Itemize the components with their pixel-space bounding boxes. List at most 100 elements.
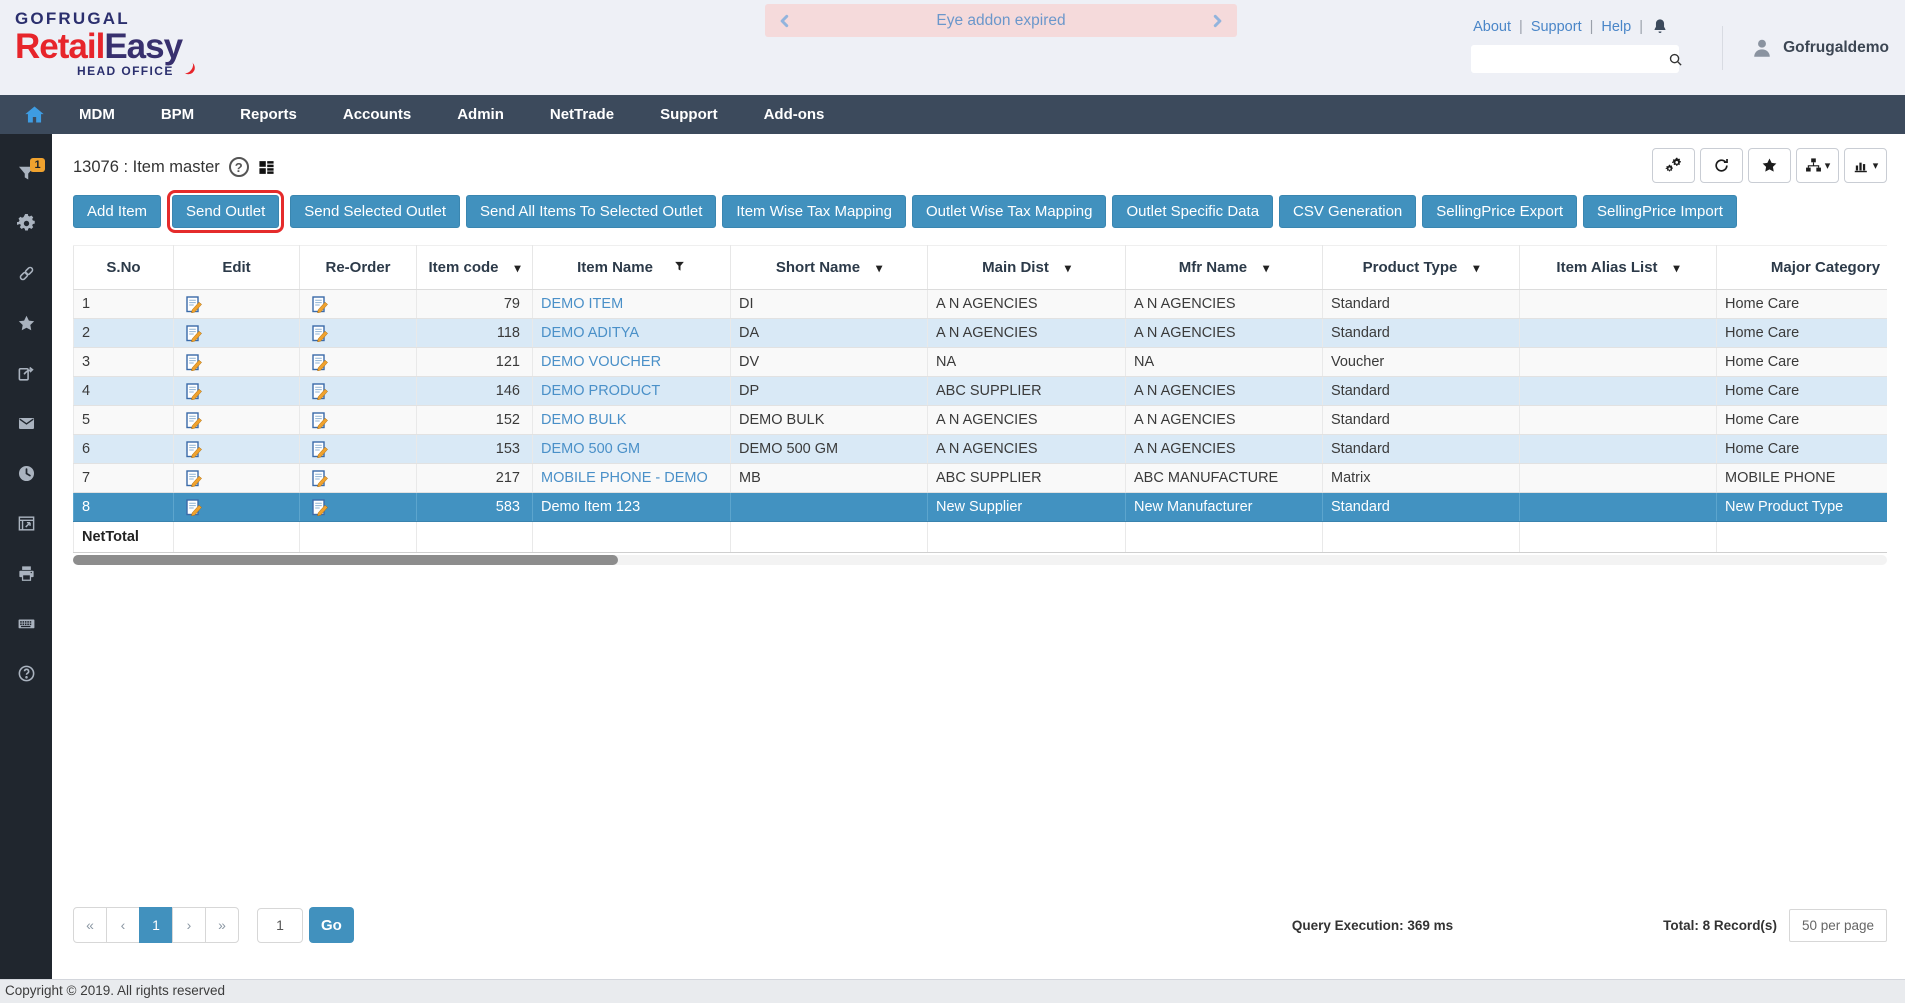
last-page-button[interactable]: » xyxy=(205,907,239,943)
column-header-mfr-name[interactable]: Mfr Name ▾ xyxy=(1125,245,1323,290)
column-header-item-alias-list[interactable]: Item Alias List ▾ xyxy=(1519,245,1717,290)
send-selected-outlet-button[interactable]: Send Selected Outlet xyxy=(290,195,461,228)
edit-icon[interactable] xyxy=(173,463,300,493)
sort-caret-icon[interactable]: ▾ xyxy=(876,261,882,275)
edit-icon[interactable] xyxy=(173,376,300,406)
edit-icon[interactable] xyxy=(173,492,300,522)
notifications-bell-icon[interactable] xyxy=(1651,17,1669,36)
share-export-icon[interactable] xyxy=(0,364,52,414)
nav-item-nettrade[interactable]: NetTrade xyxy=(527,95,637,134)
sort-caret-icon[interactable]: ▾ xyxy=(1263,261,1269,275)
sort-caret-icon[interactable]: ▾ xyxy=(515,261,521,275)
edit-icon[interactable] xyxy=(173,434,300,464)
chart-view-button[interactable]: ▾ xyxy=(1844,148,1887,183)
column-header-item-name[interactable]: Item Name xyxy=(532,245,731,290)
hierarchy-view-button[interactable]: ▾ xyxy=(1796,148,1839,183)
help-circle-icon[interactable] xyxy=(0,664,52,714)
nav-item-mdm[interactable]: MDM xyxy=(56,95,138,134)
table-row[interactable]: 1 79 DEMO ITEM DI A N AGENCIES A N AGENCIES St… xyxy=(73,289,1887,319)
page-1-button[interactable]: 1 xyxy=(139,907,173,943)
brand-logo[interactable]: GOFRUGAL RetailEasy HEAD OFFICE xyxy=(15,9,183,78)
sort-caret-icon[interactable]: ▾ xyxy=(1473,261,1479,275)
prev-page-button[interactable]: ‹ xyxy=(106,907,140,943)
window-restore-icon[interactable] xyxy=(0,514,52,564)
page-number-input[interactable] xyxy=(257,907,303,943)
edit-icon[interactable] xyxy=(173,347,300,377)
settings-gears-button[interactable] xyxy=(1652,148,1695,183)
filter-funnel-icon[interactable] xyxy=(673,259,686,276)
table-row[interactable]: 8 583 Demo Item 123 New Supplier New Manufac… xyxy=(73,492,1887,522)
add-item-button[interactable]: Add Item xyxy=(73,195,162,228)
column-header-re-order[interactable]: Re-Order xyxy=(299,245,417,290)
send-outlet-button[interactable]: Send Outlet xyxy=(167,190,285,233)
item-name-link[interactable]: DEMO 500 GM xyxy=(541,441,640,457)
home-button[interactable] xyxy=(12,104,56,125)
column-header-s-no[interactable]: S.No xyxy=(73,245,174,290)
nav-item-accounts[interactable]: Accounts xyxy=(320,95,434,134)
layout-grid-icon[interactable] xyxy=(258,159,275,176)
favorites-star-icon[interactable] xyxy=(0,314,52,364)
reorder-icon[interactable] xyxy=(299,318,417,348)
table-row[interactable]: 6 153 DEMO 500 GM DEMO 500 GM A N AGENCIES A … xyxy=(73,434,1887,464)
outlet-wise-tax-mapping-button[interactable]: Outlet Wise Tax Mapping xyxy=(912,195,1107,228)
keyboard-icon[interactable] xyxy=(0,614,52,664)
table-row[interactable]: 3 121 DEMO VOUCHER DV NA NA Voucher Home Care xyxy=(73,347,1887,377)
mail-icon[interactable] xyxy=(0,414,52,464)
go-button[interactable]: Go xyxy=(309,907,354,943)
edit-icon[interactable] xyxy=(173,289,300,319)
filter-icon[interactable]: 1 xyxy=(0,158,52,214)
item-name-link[interactable]: MOBILE PHONE - DEMO xyxy=(541,470,708,486)
table-row[interactable]: 5 152 DEMO BULK DEMO BULK A N AGENCIES A N AG… xyxy=(73,405,1887,435)
sellingprice-import-button[interactable]: SellingPrice Import xyxy=(1583,195,1737,228)
per-page-select[interactable]: 50 per page xyxy=(1788,908,1887,942)
nav-item-reports[interactable]: Reports xyxy=(217,95,320,134)
help-link[interactable]: Help xyxy=(1601,19,1631,35)
sellingprice-export-button[interactable]: SellingPrice Export xyxy=(1422,195,1577,228)
item-name-link[interactable]: DEMO BULK xyxy=(541,412,626,428)
reorder-icon[interactable] xyxy=(299,347,417,377)
item-name-link[interactable]: DEMO ADITYA xyxy=(541,325,639,341)
edit-icon[interactable] xyxy=(173,405,300,435)
sort-caret-icon[interactable]: ▾ xyxy=(1674,261,1680,275)
next-page-button[interactable]: › xyxy=(172,907,206,943)
settings-gear-icon[interactable] xyxy=(0,214,52,264)
favorite-star-button[interactable] xyxy=(1748,148,1791,183)
outlet-specific-data-button[interactable]: Outlet Specific Data xyxy=(1112,195,1274,228)
item-name-link[interactable]: DEMO PRODUCT xyxy=(541,383,660,399)
reorder-icon[interactable] xyxy=(299,376,417,406)
sort-caret-icon[interactable]: ▾ xyxy=(1065,261,1071,275)
csv-generation-button[interactable]: CSV Generation xyxy=(1279,195,1417,228)
table-row[interactable]: 2 118 DEMO ADITYA DA A N AGENCIES A N AGENCIE… xyxy=(73,318,1887,348)
reorder-icon[interactable] xyxy=(299,405,417,435)
search-icon[interactable] xyxy=(1668,52,1683,67)
reorder-icon[interactable] xyxy=(299,463,417,493)
search-input[interactable] xyxy=(1471,51,1668,67)
nav-item-support[interactable]: Support xyxy=(637,95,741,134)
link-icon[interactable] xyxy=(0,264,52,314)
banner-text[interactable]: Eye addon expired xyxy=(805,12,1197,30)
item-wise-tax-mapping-button[interactable]: Item Wise Tax Mapping xyxy=(722,195,906,228)
horizontal-scrollbar[interactable] xyxy=(73,555,1887,565)
reorder-icon[interactable] xyxy=(299,492,417,522)
column-header-item-code[interactable]: Item code ▾ xyxy=(416,245,533,290)
column-header-product-type[interactable]: Product Type ▾ xyxy=(1322,245,1520,290)
column-header-major-category[interactable]: Major Category▾ xyxy=(1716,245,1887,290)
refresh-button[interactable] xyxy=(1700,148,1743,183)
column-header-short-name[interactable]: Short Name ▾ xyxy=(730,245,928,290)
banner-next-icon[interactable] xyxy=(1197,14,1237,28)
column-header-edit[interactable]: Edit xyxy=(173,245,300,290)
banner-prev-icon[interactable] xyxy=(765,14,805,28)
table-row[interactable]: 4 146 DEMO PRODUCT DP ABC SUPPLIER A N AGENCI… xyxy=(73,376,1887,406)
about-link[interactable]: About xyxy=(1473,19,1511,35)
first-page-button[interactable]: « xyxy=(73,907,107,943)
nav-item-admin[interactable]: Admin xyxy=(434,95,527,134)
edit-icon[interactable] xyxy=(173,318,300,348)
column-header-main-dist[interactable]: Main Dist ▾ xyxy=(927,245,1126,290)
reorder-icon[interactable] xyxy=(299,289,417,319)
nav-item-bpm[interactable]: BPM xyxy=(138,95,217,134)
page-help-icon[interactable]: ? xyxy=(228,157,249,177)
support-link[interactable]: Support xyxy=(1531,19,1582,35)
horizontal-scrollbar-thumb[interactable] xyxy=(73,555,618,565)
table-row[interactable]: 7 217 MOBILE PHONE - DEMO MB ABC SUPPLIER ABC… xyxy=(73,463,1887,493)
item-name-link[interactable]: DEMO ITEM xyxy=(541,296,623,312)
